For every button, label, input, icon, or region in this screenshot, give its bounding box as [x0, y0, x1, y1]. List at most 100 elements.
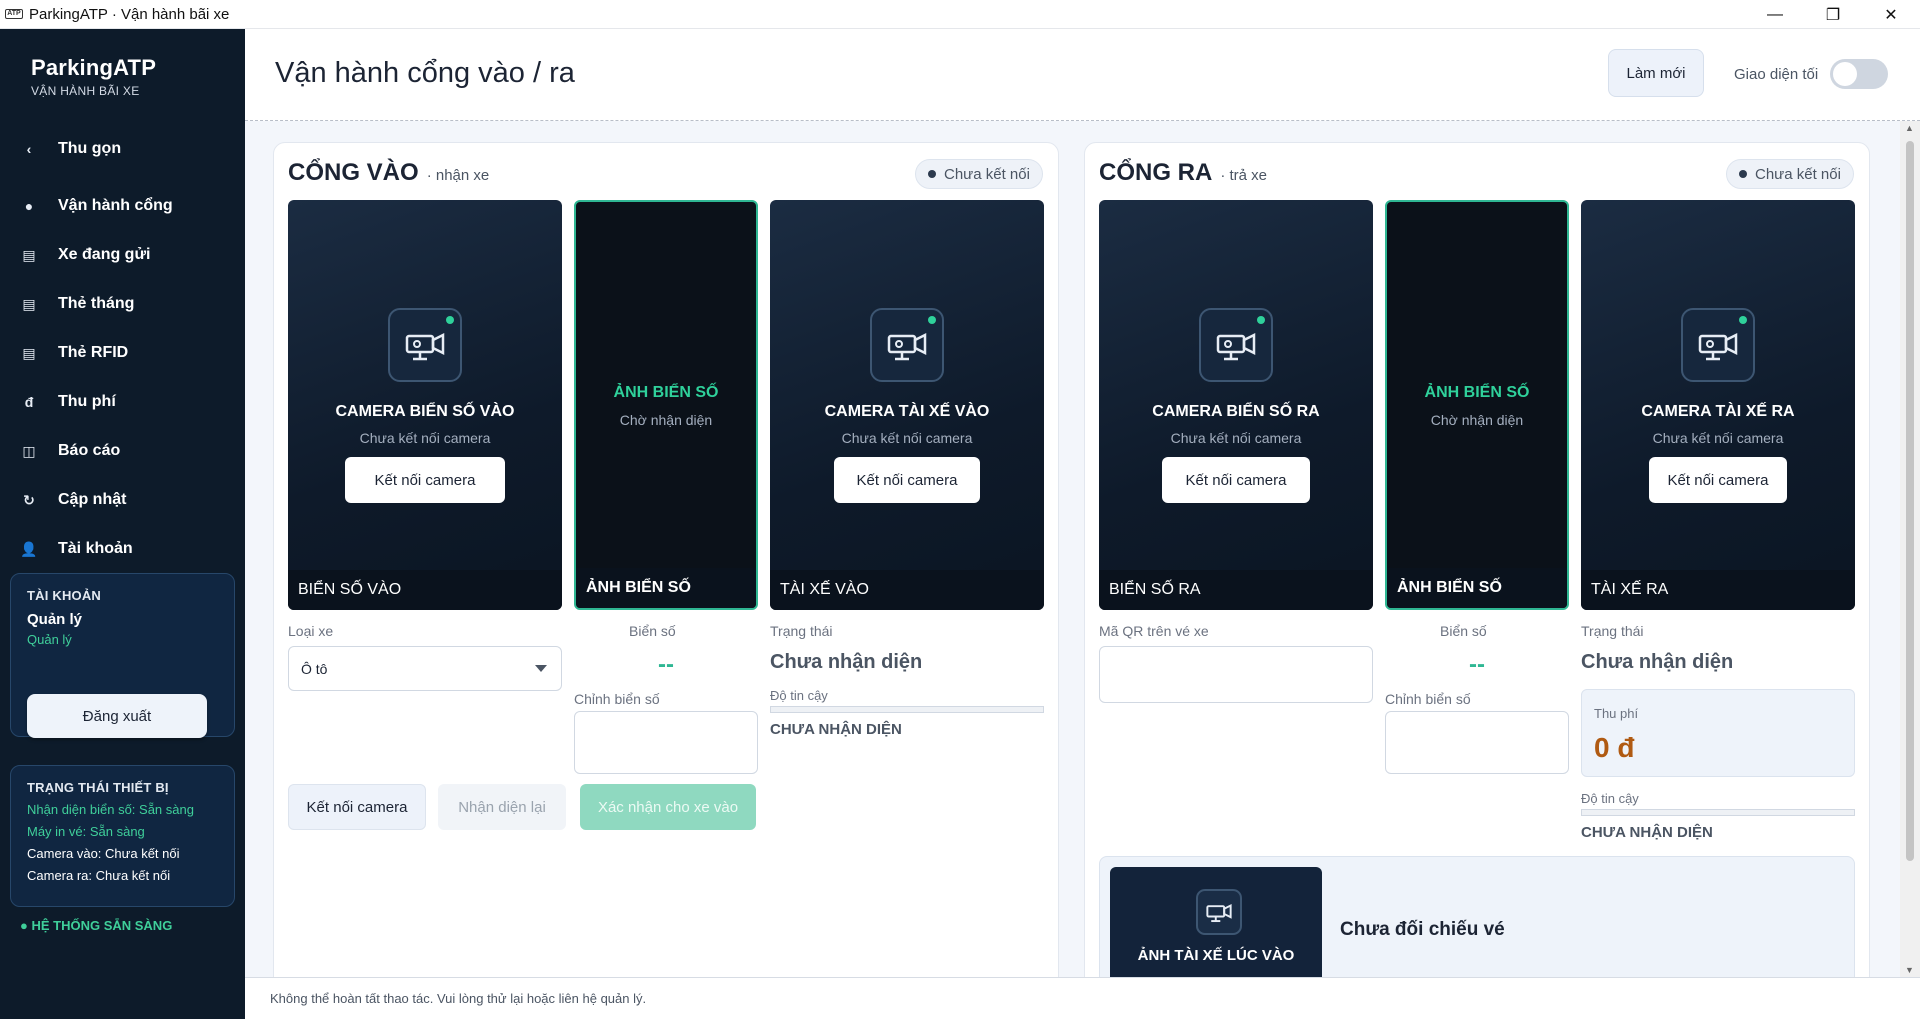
app-logo-icon: ATP — [5, 9, 23, 19]
device-status-line: Camera ra: Chưa kết nối — [27, 868, 171, 883]
camera-connect-button[interactable]: Kết nối camera — [1162, 457, 1310, 503]
scroll-thumb[interactable] — [1906, 141, 1914, 861]
fee-label: Thu phí — [1594, 706, 1639, 721]
scroll-up-icon[interactable]: ▲ — [1905, 123, 1914, 133]
vehicle-type-select[interactable]: Ô tô — [288, 646, 562, 691]
close-icon[interactable]: ✕ — [1862, 0, 1920, 29]
connect-camera-button[interactable]: Kết nối camera — [288, 784, 426, 830]
gate-in-panel: CỔNG VÀO · nhận xe Chưa kết nối CAMERA B… — [273, 142, 1059, 977]
camera-connect-button[interactable]: Kết nối camera — [345, 457, 505, 503]
camera-plate-in: CAMERA BIỂN SỐ VÀO Chưa kết nối camera K… — [288, 200, 562, 610]
status-dot-icon — [1739, 170, 1747, 178]
confirm-entry-button[interactable]: Xác nhận cho xe vào — [580, 784, 756, 830]
window-title: ParkingATP · Vận hành bãi xe — [29, 5, 230, 23]
dong-currency-icon: đ — [24, 394, 34, 410]
plate-image-in: ẢNH BIỂN SỐ Chờ nhận diện ẢNH BIỂN SỐ — [574, 200, 758, 610]
camera-online-dot — [1739, 316, 1747, 324]
sidebar-item-fees[interactable]: đ Thu phí — [0, 382, 245, 422]
camera-icon — [1196, 889, 1242, 935]
sidebar-item-reports[interactable]: ◫ Báo cáo — [0, 431, 245, 471]
camera-status: Chưa kết nối camera — [841, 430, 973, 446]
sidebar-item-label: Cập nhật — [58, 491, 127, 508]
plate-image-out: ẢNH BIỂN SỐ Chờ nhận diện ẢNH BIỂN SỐ — [1385, 200, 1569, 610]
confidence-bar — [770, 706, 1044, 713]
plate-value: -- — [658, 651, 674, 678]
sidebar-item-parked-vehicles[interactable]: ▤ Xe đang gửi — [0, 235, 245, 275]
status-dot-icon — [928, 170, 936, 178]
camera-title: CAMERA TÀI XẾ VÀO — [824, 403, 990, 420]
gate-out-panel: CỔNG RA · trả xe Chưa kết nối CAMERA BIỂ… — [1084, 142, 1870, 977]
content-scrollbar[interactable]: ▲ ▼ — [1900, 121, 1920, 977]
dark-mode-toggle[interactable] — [1830, 59, 1888, 89]
gate-in-subtitle: · nhận xe — [426, 167, 490, 184]
chevron-left-icon: ‹ — [26, 141, 32, 157]
camera-title: CAMERA BIỂN SỐ VÀO — [335, 403, 515, 420]
dark-mode-label: Giao diện tối — [1734, 66, 1819, 83]
gate-out-subtitle: · trả xe — [1220, 167, 1268, 184]
gate-out-title: CỔNG RA — [1099, 159, 1213, 186]
sidebar-item-monthly-cards[interactable]: ▤ Thẻ tháng — [0, 284, 245, 324]
status-label: Trạng thái — [1581, 623, 1644, 639]
ticket-compare-status: Chưa đối chiếu vé — [1340, 919, 1505, 940]
camera-icon — [1199, 308, 1273, 382]
recognize-again-button[interactable]: Nhận diện lại — [438, 784, 566, 830]
device-status-title: TRẠNG THÁI THIẾT BỊ — [27, 780, 169, 795]
minimize-icon[interactable]: — — [1746, 0, 1804, 29]
status-value: Chưa nhận diện — [770, 651, 923, 673]
edit-plate-input[interactable] — [1385, 711, 1569, 774]
qr-code-label: Mã QR trên vé xe — [1099, 623, 1209, 639]
device-status-card: TRẠNG THÁI THIẾT BỊ Nhận diện biển số: S… — [10, 765, 235, 907]
camera-footer: BIỂN SỐ RA — [1099, 570, 1373, 610]
sidebar-item-label: Vận hành cổng — [58, 197, 173, 214]
toggle-knob — [1833, 62, 1857, 86]
vehicle-type-label: Loại xe — [288, 623, 334, 639]
camera-status: Chưa kết nối camera — [359, 430, 491, 446]
sidebar-item-collapse[interactable]: ‹ Thu gọn — [0, 129, 245, 169]
sidebar-item-account[interactable]: 👤 Tài khoản — [0, 529, 245, 569]
logout-button[interactable]: Đăng xuất — [27, 694, 207, 738]
confidence-label: Độ tin cậy — [770, 688, 828, 703]
plate-image-title: ẢNH BIỂN SỐ — [613, 384, 719, 401]
scroll-down-icon[interactable]: ▼ — [1905, 965, 1914, 975]
camera-connect-button[interactable]: Kết nối camera — [834, 457, 980, 503]
edit-plate-label: Chỉnh biển số — [1385, 691, 1471, 707]
page-title: Vận hành cổng vào / ra — [275, 57, 575, 89]
camera-footer: TÀI XẾ RA — [1581, 570, 1855, 610]
sidebar: ParkingATP VẬN HÀNH BÃI XE ‹ Thu gọn ● V… — [0, 29, 245, 1019]
gate-in-connection-badge: Chưa kết nối — [915, 159, 1043, 189]
account-card: TÀI KHOẢN Quản lý Quản lý Đăng xuất — [10, 573, 235, 738]
dot-icon: ● — [24, 198, 34, 214]
edit-plate-input[interactable] — [574, 711, 758, 774]
driver-entry-photo: ẢNH TÀI XẾ LÚC VÀO — [1110, 867, 1322, 977]
camera-driver-out: CAMERA TÀI XẾ RA Chưa kết nối camera Kết… — [1581, 200, 1855, 610]
camera-driver-in: CAMERA TÀI XẾ VÀO Chưa kết nối camera Kế… — [770, 200, 1044, 610]
camera-icon — [870, 308, 944, 382]
plate-image-status: Chờ nhận diện — [619, 412, 713, 428]
refresh-button[interactable]: Làm mới — [1608, 49, 1704, 97]
plate-label: Biển số — [629, 623, 676, 639]
sidebar-item-gate-operation[interactable]: ● Vận hành cổng — [0, 186, 245, 226]
window-titlebar: ATP ParkingATP · Vận hành bãi xe — ❐ ✕ — [0, 0, 1920, 29]
qr-code-input[interactable] — [1099, 646, 1373, 703]
account-role: Quản lý — [27, 632, 72, 647]
user-icon: 👤 — [20, 540, 38, 557]
camera-footer: TÀI XẾ VÀO — [770, 570, 1044, 610]
fee-value: 0 đ — [1594, 732, 1635, 763]
sidebar-item-update[interactable]: ↻ Cập nhật — [0, 480, 245, 520]
camera-title: CAMERA BIỂN SỐ RA — [1152, 403, 1320, 420]
ticket-compare-box: ẢNH TÀI XẾ LÚC VÀO Chưa đối chiếu vé — [1099, 856, 1855, 977]
edit-plate-label: Chỉnh biển số — [574, 691, 660, 707]
plate-image-footer: ẢNH BIỂN SỐ — [576, 568, 756, 608]
sidebar-item-rfid-cards[interactable]: ▤ Thẻ RFID — [0, 333, 245, 373]
system-ready-status: ● HỆ THỐNG SẴN SÀNG — [20, 918, 173, 933]
brand: ParkingATP VẬN HÀNH BÃI XE — [31, 55, 156, 98]
plate-image-status: Chờ nhận diện — [1430, 412, 1524, 428]
content-area: CỔNG VÀO · nhận xe Chưa kết nối CAMERA B… — [245, 121, 1900, 977]
account-name: Quản lý — [27, 611, 83, 628]
restore-icon[interactable]: ❐ — [1804, 0, 1862, 29]
camera-connect-button[interactable]: Kết nối camera — [1649, 457, 1787, 503]
camera-icon — [388, 308, 462, 382]
sidebar-item-label: Tài khoản — [58, 540, 133, 557]
list-icon: ▤ — [22, 246, 36, 263]
camera-plate-out: CAMERA BIỂN SỐ RA Chưa kết nối camera Kế… — [1099, 200, 1373, 610]
